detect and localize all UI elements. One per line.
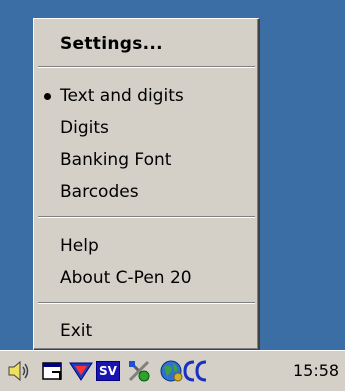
menu-item-label: Digits <box>60 118 109 138</box>
tray-context-menu: Settings... Text and digits Digits Banki… <box>33 18 260 351</box>
menu-item-label: Text and digits <box>60 86 184 106</box>
menu-item-label: About C-Pen 20 <box>60 268 192 288</box>
menu-item-label: Settings... <box>60 34 163 54</box>
menu-item-banking-font[interactable]: Banking Font <box>34 145 259 175</box>
sv-language-icon[interactable]: SV <box>96 358 122 384</box>
menu-separator <box>38 216 255 218</box>
menu-item-barcodes[interactable]: Barcodes <box>34 177 259 207</box>
taskbar: SV 15:58 <box>0 350 345 391</box>
globe-icon[interactable] <box>158 358 184 384</box>
tools-icon[interactable] <box>126 358 152 384</box>
menu-item-label: Banking Font <box>60 150 172 170</box>
language-code: SV <box>96 361 120 381</box>
window-icon[interactable] <box>40 358 66 384</box>
radio-bullet-icon <box>44 93 51 100</box>
menu-item-label: Barcodes <box>60 182 139 202</box>
menu-item-label: Help <box>60 236 99 256</box>
menu-item-digits[interactable]: Digits <box>34 113 259 143</box>
menu-item-text-and-digits[interactable]: Text and digits <box>34 81 259 111</box>
network-icon[interactable] <box>68 358 94 384</box>
menu-item-settings[interactable]: Settings... <box>34 29 259 59</box>
cpen-icon[interactable] <box>182 358 208 384</box>
menu-separator <box>38 302 255 304</box>
taskbar-clock[interactable]: 15:58 <box>293 351 339 391</box>
system-tray: SV 15:58 <box>0 351 345 391</box>
menu-item-help[interactable]: Help <box>34 231 259 261</box>
menu-item-exit[interactable]: Exit <box>34 316 259 346</box>
speaker-icon[interactable] <box>6 358 32 384</box>
menu-separator <box>38 66 255 68</box>
menu-item-about[interactable]: About C-Pen 20 <box>34 263 259 293</box>
menu-item-label: Exit <box>60 321 93 341</box>
